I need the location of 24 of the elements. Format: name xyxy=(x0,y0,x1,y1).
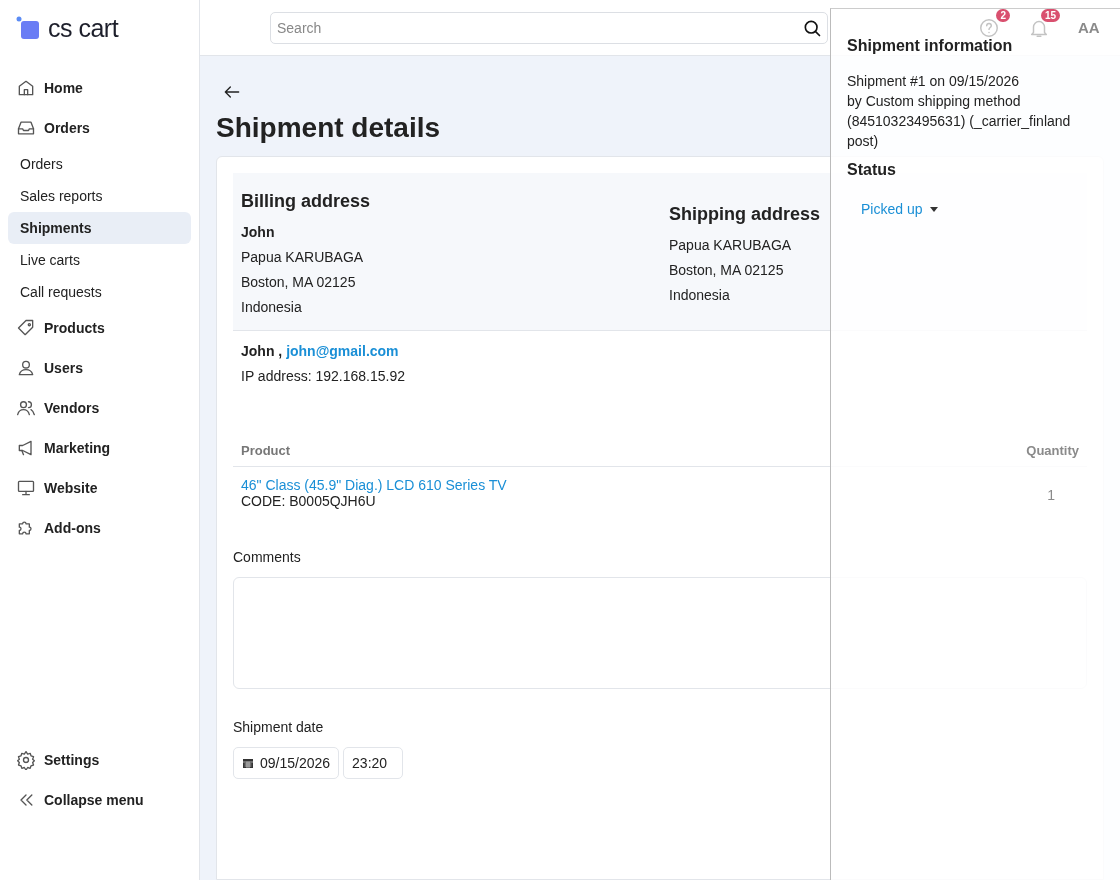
brand-name: cs cart xyxy=(48,13,119,43)
address-line: Papua KARUBAGA xyxy=(669,236,792,255)
column-header: Quantity xyxy=(1026,443,1079,458)
shipment-info-line: (84510323495631) (_carrier_finland post) xyxy=(847,112,1072,151)
status-label: Status xyxy=(847,161,897,179)
quantity-cell-text: 1 xyxy=(1047,486,1056,505)
panel-title: Shipment information xyxy=(847,37,1014,55)
shipment-info-line: by Custom shipping method xyxy=(847,92,1022,111)
shipment-info-line: Shipment #1 on 09/15/2026 xyxy=(847,72,1021,91)
address-line: Papua KARUBAGA xyxy=(241,248,364,267)
customer-name: John xyxy=(241,223,275,242)
section-heading: Shipping address xyxy=(669,204,821,225)
address-line: Indonesia xyxy=(669,286,730,305)
page-title: Shipment details xyxy=(216,112,441,144)
ip-address: IP address: 192.168.15.92 xyxy=(241,367,406,386)
section-heading: Billing address xyxy=(241,191,371,212)
address-line: Boston, MA 02125 xyxy=(241,273,356,292)
field-label: Comments xyxy=(233,549,302,565)
field-label: Shipment date xyxy=(233,719,325,735)
product-code: CODE: B0005QJH6U xyxy=(241,493,377,509)
address-line: Indonesia xyxy=(241,298,302,317)
customer-name: John , xyxy=(241,343,284,359)
column-header: Product xyxy=(241,443,291,458)
address-line: Boston, MA 02125 xyxy=(669,261,784,280)
